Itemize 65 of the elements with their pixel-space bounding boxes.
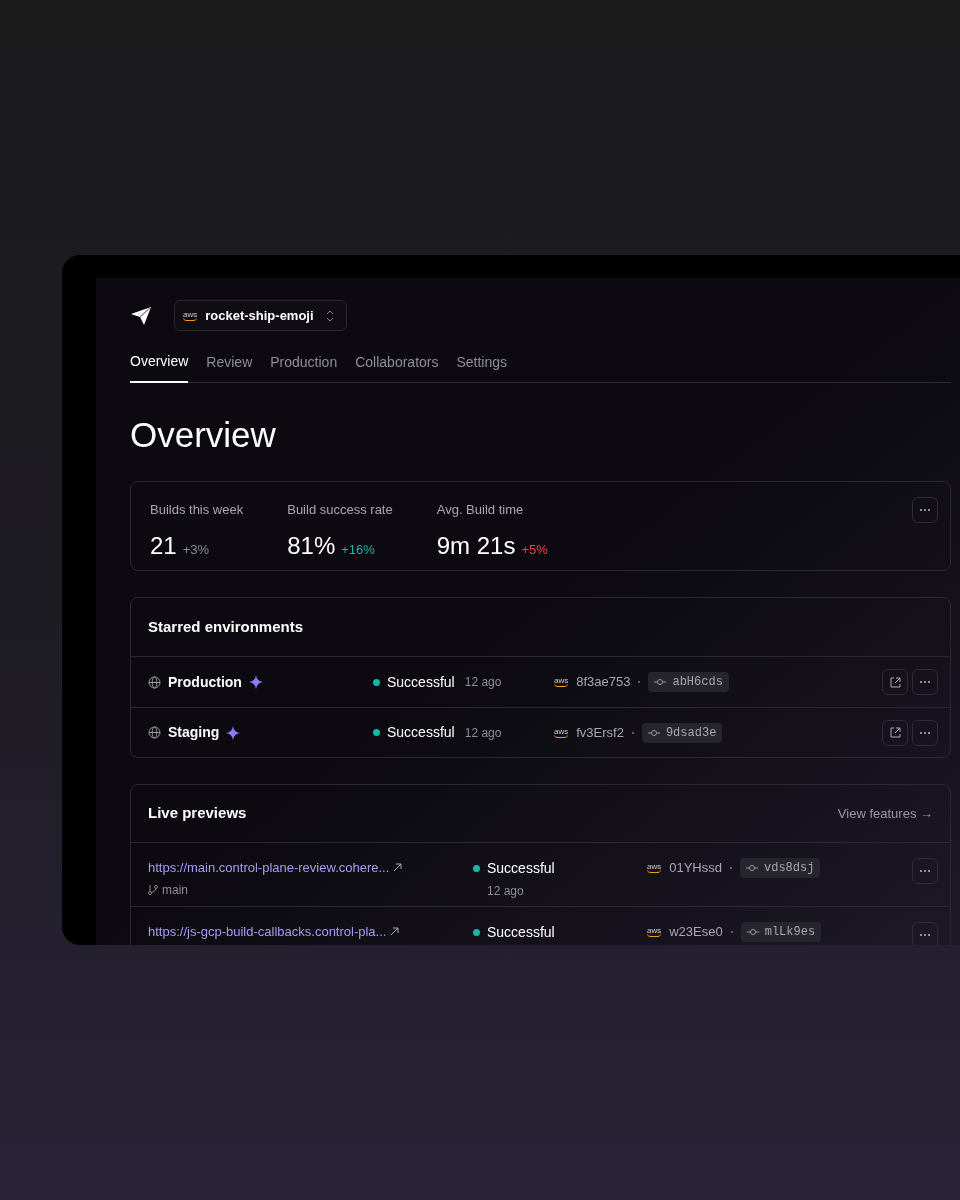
section-title: Starred environments [148, 616, 304, 637]
time-ago: 12 ago [464, 724, 502, 742]
branch-name: main [162, 881, 188, 899]
stat-label: Avg. Build time [436, 501, 525, 519]
more-button[interactable] [912, 719, 938, 746]
page-title: Overview [130, 417, 277, 452]
environment-name[interactable]: Staging [168, 722, 220, 743]
nav-tab[interactable]: Overview [130, 351, 189, 383]
commit-icon [647, 728, 660, 737]
section-title: Live previews [148, 803, 247, 824]
commit-icon [746, 864, 758, 872]
build-id: fv3Ersf2 [576, 723, 624, 742]
more-button[interactable] [912, 858, 938, 884]
cloud-provider-logo: aws [647, 863, 662, 873]
cloud-provider-logo: aws [183, 310, 198, 321]
build-id: 8f3ae753 [576, 673, 631, 692]
stat-change: +5% [521, 540, 548, 559]
stat-value: 9m 21s [436, 530, 516, 561]
preview-url-link[interactable]: https://js-gcp-build-callbacks.control-pla... [148, 922, 473, 942]
globe-icon [148, 726, 161, 739]
nav-tab[interactable]: Production [270, 351, 338, 382]
status-text: Successful [387, 672, 455, 692]
environment-name[interactable]: Production [168, 671, 242, 693]
time-ago: 12 ago [464, 674, 502, 691]
nav-tab[interactable]: Review [206, 351, 253, 382]
more-button[interactable] [912, 497, 938, 523]
stat-label: Builds this week [150, 501, 244, 519]
external-link-icon [889, 676, 901, 688]
arrow-up-right-icon [390, 927, 400, 937]
commit-icon [654, 678, 667, 686]
nav-tab[interactable]: Collaborators [355, 351, 439, 382]
globe-icon [148, 675, 161, 689]
preview-url-link[interactable]: https://main.control-plane-review.cohere... [148, 858, 473, 878]
cloud-provider-logo: aws [554, 727, 569, 738]
sparkle-icon [226, 725, 241, 740]
build-id: 01YHssd [669, 859, 722, 878]
commit-badge: 9dsad3e [641, 722, 723, 743]
open-external-button[interactable] [882, 719, 908, 746]
cloud-provider-logo: aws [554, 677, 569, 687]
commit-badge: mlLk9es [740, 922, 822, 942]
status-text: Successful [387, 723, 455, 742]
view-features-link[interactable]: View features → [837, 803, 933, 824]
status-text: Successful [487, 859, 555, 878]
commit-badge: abH6cds [648, 672, 729, 692]
stat-value: 81% [287, 530, 336, 561]
stat-label: Build success rate [287, 501, 393, 519]
nav-tab[interactable]: Settings [456, 351, 508, 382]
stat-value: 21 [150, 530, 177, 561]
commit-badge: vds8dsj [740, 858, 821, 878]
external-link-icon [889, 727, 901, 738]
project-selector[interactable]: aws rocket-ship-emoji [174, 300, 347, 331]
commit-icon [746, 928, 759, 936]
cloud-provider-logo: aws [647, 927, 662, 937]
sparkle-icon [248, 675, 263, 689]
more-button[interactable] [912, 669, 938, 695]
stat-change: +3% [182, 540, 210, 559]
open-external-button[interactable] [882, 669, 908, 695]
branch-icon [148, 884, 158, 895]
build-id: w23Ese0 [669, 923, 723, 942]
arrow-up-right-icon [393, 863, 403, 873]
time-ago: 12 ago [486, 883, 525, 900]
paper-plane-logo-icon [130, 305, 152, 326]
more-button[interactable] [912, 922, 938, 945]
stat-change: +16% [341, 540, 375, 559]
status-text: Successful [487, 923, 555, 942]
